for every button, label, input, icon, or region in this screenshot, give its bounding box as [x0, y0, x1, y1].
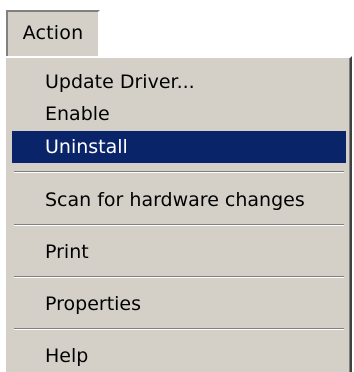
- menu-separator: [14, 276, 344, 278]
- menu-item-properties[interactable]: Properties: [12, 288, 346, 320]
- menu-item-help[interactable]: Help: [12, 340, 346, 372]
- menubar: Action: [0, 0, 354, 58]
- menu-separator: [14, 224, 344, 226]
- menu-item-update-driver[interactable]: Update Driver...: [12, 66, 346, 98]
- menu-separator: [14, 171, 344, 173]
- menu-item-label: Print: [45, 241, 89, 263]
- action-menu-title[interactable]: Action: [6, 10, 100, 56]
- menu-item-print[interactable]: Print: [12, 236, 346, 268]
- menu-item-label: Uninstall: [45, 136, 128, 158]
- menu-item-uninstall[interactable]: Uninstall: [12, 131, 346, 163]
- action-menu-label: Action: [22, 22, 84, 44]
- menu-item-scan-for-hardware-changes[interactable]: Scan for hardware changes: [12, 184, 346, 216]
- menu-item-label: Update Driver...: [45, 71, 195, 93]
- menu-item-label: Help: [45, 345, 89, 367]
- menu-separator: [14, 328, 344, 330]
- action-dropdown-menu: Update Driver... Enable Uninstall Scan f…: [4, 56, 352, 372]
- menu-item-label: Scan for hardware changes: [45, 189, 305, 211]
- menu-item-enable[interactable]: Enable: [12, 98, 346, 130]
- menu-item-label: Enable: [45, 103, 110, 125]
- menu-item-label: Properties: [45, 293, 142, 315]
